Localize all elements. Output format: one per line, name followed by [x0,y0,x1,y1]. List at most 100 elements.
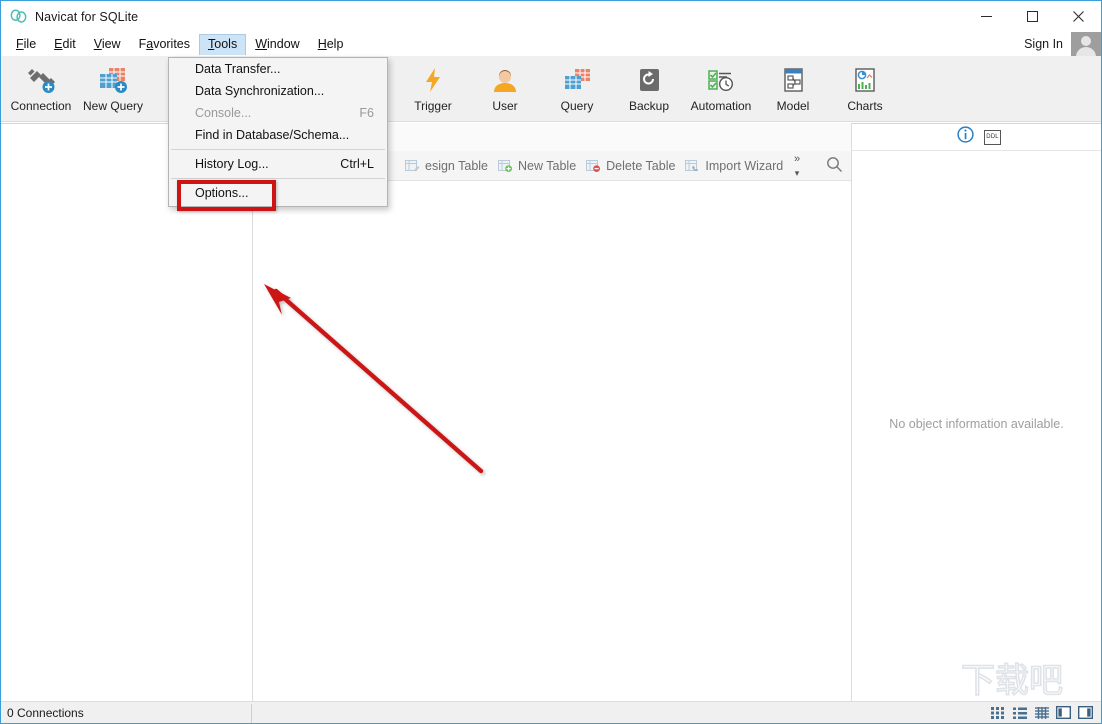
model-diagram-icon [778,63,808,97]
new-table-icon [498,159,513,173]
toolbar-left-group: Connection New Query [5,56,149,122]
minimize-button[interactable] [963,1,1009,32]
menu-item-console-label: Console... [195,106,252,120]
new-query-table-icon [96,63,130,97]
grid-view-icon[interactable] [988,704,1007,721]
import-wizard-icon [685,159,700,173]
menu-item-data-transfer[interactable]: Data Transfer... [169,58,387,80]
avatar-body [1076,47,1096,56]
charts-bar-icon [850,63,880,97]
import-wizard-label: Import Wizard [705,158,784,173]
view-toggle-group [988,704,1095,721]
toolbar-trigger-label: Trigger [414,99,452,113]
close-button[interactable] [1055,1,1101,32]
automation-checklist-clock-icon [705,63,737,97]
toolbar-overflow-chevrons: » [793,153,801,165]
detail-view-icon[interactable] [1032,704,1051,721]
right-pane-toggle-icon[interactable] [1076,704,1095,721]
menu-item-data-synchronization-label: Data Synchronization... [195,84,325,98]
status-bar: 0 Connections [1,701,1101,723]
window-title: Navicat for SQLite [35,9,139,24]
menu-item-data-synchronization[interactable]: Data Synchronization... [169,80,387,102]
search-button[interactable] [826,156,843,178]
info-pane-tabs: DDL [852,124,1101,150]
ddl-icon[interactable]: DDL [984,129,1001,145]
design-table-button[interactable]: esign Table [405,159,488,173]
toolbar-user-button[interactable]: User [469,56,541,118]
sign-in-link[interactable]: Sign In [1024,37,1063,51]
menu-separator-2 [171,178,385,179]
info-circle-icon[interactable] [957,126,974,148]
menu-item-history-log-accel: Ctrl+L [340,157,374,171]
delete-table-button[interactable]: Delete Table [586,159,675,173]
toolbar-query-label: Query [560,99,594,113]
chevron-down-icon: ▾ [794,168,800,178]
status-divider [251,704,252,723]
menu-item-find-in-database[interactable]: Find in Database/Schema... [169,124,387,146]
object-list-pane [253,181,851,703]
list-view-icon[interactable] [1010,704,1029,721]
menu-file[interactable]: File [7,34,45,55]
menu-item-find-in-database-label: Find in Database/Schema... [195,128,350,142]
menu-favorites[interactable]: Favorites [130,34,199,55]
search-icon [826,157,843,177]
toolbar-backup-label: Backup [628,99,670,113]
window-controls [963,1,1101,32]
trigger-bolt-icon [418,63,448,97]
menu-item-console-accel: F6 [359,106,374,120]
menu-view[interactable]: View [85,34,130,55]
user-person-icon [490,63,520,97]
toolbar-charts-label: Charts [847,99,883,113]
toolbar-user-label: User [492,99,518,113]
menu-item-history-log[interactable]: History Log... Ctrl+L [169,153,387,175]
main-toolbar: Connection New Query Trigger User Query … [1,56,1101,122]
delete-table-label: Delete Table [606,158,676,173]
sign-in-area: Sign In [1024,32,1101,56]
toolbar-right-group: Trigger User Query Backup Automation Mod… [397,56,901,122]
info-pane-divider [852,150,1101,151]
toolbar-charts-button[interactable]: Charts [829,56,901,118]
delete-table-icon [586,159,601,173]
connections-count: 0 Connections [7,705,84,720]
toolbar-connection-label: Connection [10,99,72,113]
avatar[interactable] [1071,32,1101,56]
toolbar-new-query-button[interactable]: New Query [77,56,149,118]
toolbar-overflow-button[interactable]: » ▾ [787,153,807,179]
connection-plug-icon [24,63,58,97]
toolbar-new-query-label: New Query [82,99,144,113]
menu-help[interactable]: Help [309,34,353,55]
navicat-logo-icon [10,8,27,25]
toolbar-automation-button[interactable]: Automation [685,56,757,118]
backup-restore-icon [634,63,664,97]
menu-item-data-transfer-label: Data Transfer... [195,62,281,76]
toolbar-connection-button[interactable]: Connection [5,56,77,118]
menu-item-console: Console... F6 [169,102,387,124]
info-pane [852,123,1101,703]
query-table-icon [561,63,593,97]
import-wizard-button[interactable]: Import Wizard [685,159,783,173]
new-table-label: New Table [518,158,577,173]
design-table-label: esign Table [425,158,489,173]
info-empty-message: No object information available. [889,417,1064,431]
toolbar-query-button[interactable]: Query [541,56,613,118]
menu-edit[interactable]: Edit [45,34,85,55]
menu-tools[interactable]: Tools [199,33,247,55]
title-bar: Navicat for SQLite [1,1,1101,32]
toolbar-model-button[interactable]: Model [757,56,829,118]
menu-bar: File Edit View Favorites Tools Window He… [1,32,1101,56]
ddl-label: DDL [986,134,999,140]
menu-window[interactable]: Window [246,34,308,55]
options-highlight-box [177,180,276,211]
navicat-main-window: Navicat for SQLite File Edit View Favori… [0,0,1102,724]
left-pane-toggle-icon[interactable] [1054,704,1073,721]
new-table-button[interactable]: New Table [498,159,576,173]
toolbar-model-label: Model [776,99,810,113]
toolbar-backup-button[interactable]: Backup [613,56,685,118]
design-table-icon [405,159,420,173]
avatar-head [1081,36,1091,46]
menu-item-history-log-label: History Log... [195,157,269,171]
menu-separator-1 [171,149,385,150]
menu-file-label-rest: ile [23,36,37,51]
toolbar-trigger-button[interactable]: Trigger [397,56,469,118]
maximize-button[interactable] [1009,1,1055,32]
